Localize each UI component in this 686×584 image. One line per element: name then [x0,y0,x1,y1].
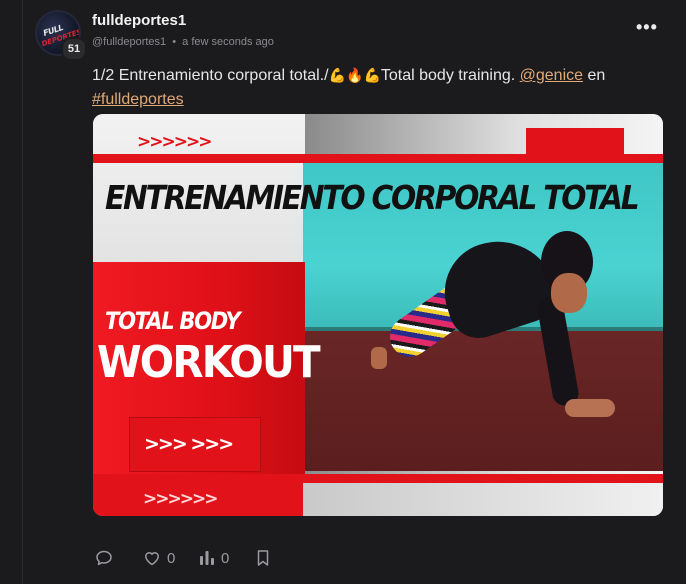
post-text-prefix: 1/2 Entrenamiento corporal total./ [92,67,329,84]
image-arrow-box: >>> >>> [129,417,261,472]
avatar-badge: 51 [61,37,87,61]
post-text: 1/2 Entrenamiento corporal total./💪🔥💪Tot… [92,63,672,112]
fire-emoji: 🔥 [346,67,364,83]
post: FULL DEPORTES 51 fulldeportes1 @fulldepo… [22,0,686,584]
bookmark-button[interactable] [255,547,271,569]
like-button[interactable]: 0 [143,547,175,569]
red-band-bottom [93,474,663,483]
reply-button[interactable] [95,547,113,569]
heart-icon [145,551,159,566]
avatar[interactable]: FULL DEPORTES 51 [35,10,87,61]
image-arrow-box-arrows: >>> >>> [144,433,234,455]
bookmark-icon [257,550,269,566]
post-text-middle: Total body training. [380,67,520,84]
bar-chart-icon [200,551,214,565]
hashtag-link[interactable]: #fulldeportes [92,91,184,108]
image-subheading-1: TOTAL BODY [105,307,241,335]
red-band-top [93,154,663,163]
author-handle[interactable]: @fulldeportes1 [92,36,166,48]
photo-face [551,273,587,313]
image-bg-bottom-right [303,483,663,516]
more-options-button[interactable]: ••• [636,18,658,36]
post-timestamp[interactable]: a few seconds ago [182,36,274,48]
mention-link[interactable]: @genice [520,67,583,84]
post-text-after-mention: en [583,67,606,84]
image-headline: ENTRENAMIENTO CORPORAL TOTAL [105,178,640,217]
comment-icon [96,550,112,566]
post-actions: 0 0 [95,547,395,569]
arrows-bottom: >>>>>> [143,489,218,509]
views-button[interactable]: 0 [199,547,229,569]
photo-hand [565,399,615,417]
image-subheading-2: WORKOUT [97,337,321,388]
author-name[interactable]: fulldeportes1 [92,12,186,29]
author-meta: @fulldeportes1 • a few seconds ago [92,36,274,48]
post-image[interactable]: >>>>>> >>>>>> ENTRENAMIENTO CORPORAL TOT… [93,114,663,516]
photo-foot [371,347,387,369]
arrows-top: >>>>>> [137,132,212,152]
views-count: 0 [221,549,230,567]
flexed-biceps-emoji-2: 💪 [363,67,381,83]
flexed-biceps-emoji: 💪 [328,67,347,83]
like-count: 0 [167,549,176,567]
meta-separator: • [172,36,177,48]
